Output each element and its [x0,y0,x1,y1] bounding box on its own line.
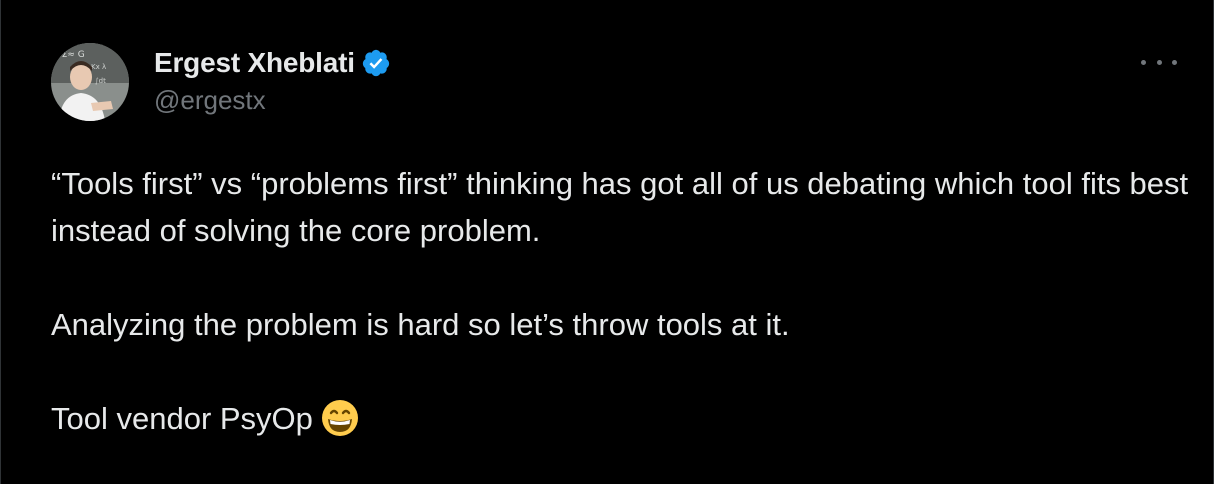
tweet-paragraph-3-text: Tool vendor PsyOp [51,401,313,436]
svg-text:∫dt: ∫dt [95,77,106,85]
tweet-text: “Tools first” vs “problems first” thinki… [51,160,1191,442]
tweet-header: ∂Σ≈ G Kx λ ∫dt Ergest Xheblati @ergestx [51,43,391,121]
more-dot [1156,59,1162,65]
svg-text:∂Σ≈ G: ∂Σ≈ G [57,50,85,60]
avatar[interactable]: ∂Σ≈ G Kx λ ∫dt [51,43,129,121]
tweet-paragraph-3: Tool vendor PsyOp [51,395,1191,442]
tweet-paragraph-1: “Tools first” vs “problems first” thinki… [51,166,1189,248]
author-identity: Ergest Xheblati @ergestx [154,45,391,116]
author-display-name[interactable]: Ergest Xheblati [154,47,355,79]
more-dot [1172,59,1177,65]
author-handle[interactable]: @ergestx [154,85,391,116]
verified-badge-icon [361,48,391,78]
more-dot [1141,59,1146,65]
grinning-face-emoji-icon [321,399,359,437]
tweet-card: ∂Σ≈ G Kx λ ∫dt Ergest Xheblati @ergestx … [0,0,1214,484]
tweet-paragraph-2: Analyzing the problem is hard so let’s t… [51,307,790,342]
name-row: Ergest Xheblati [154,45,391,81]
more-options-icon[interactable] [1141,50,1177,74]
svg-text:Kx λ: Kx λ [91,63,106,71]
